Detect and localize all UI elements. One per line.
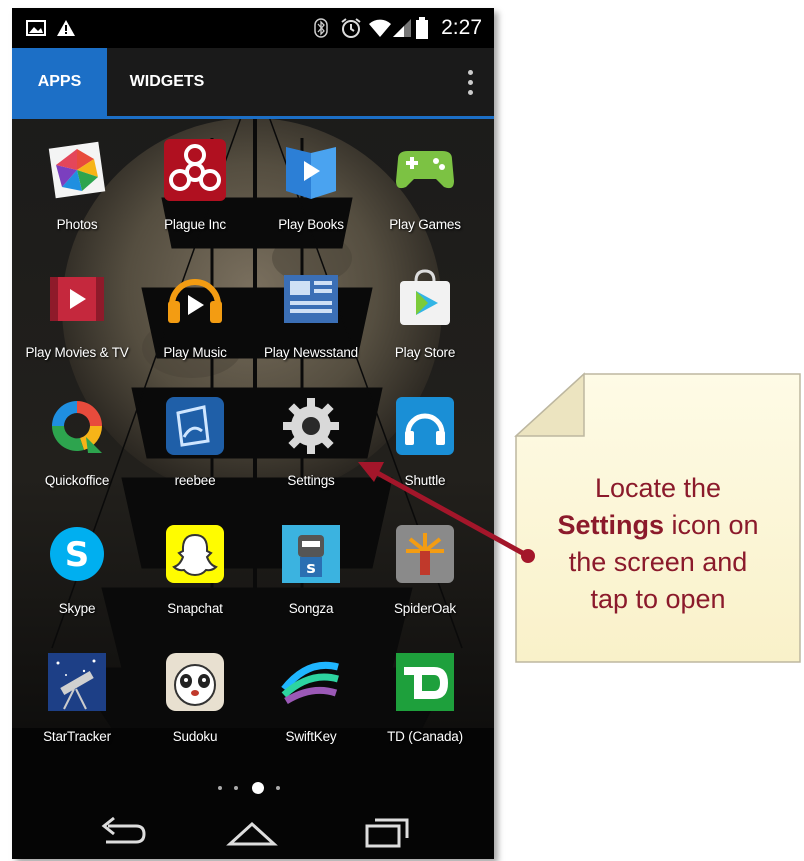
app-label: Play Music [163, 345, 227, 360]
callout-line2: Settings icon on [514, 507, 802, 544]
status-time: 2:27 [441, 16, 482, 39]
app-label: Quickoffice [44, 473, 110, 488]
app-label: Settings [287, 473, 335, 488]
app-label: StarTracker [43, 729, 111, 744]
tab-widgets[interactable]: WIDGETS [122, 48, 212, 116]
app-play-store[interactable]: Play Store [366, 261, 484, 381]
shuttle-icon [396, 397, 454, 455]
back-icon[interactable] [92, 812, 152, 852]
app-spideroak[interactable]: SpiderOak [366, 517, 484, 637]
app-label: Skype [58, 601, 96, 616]
app-label: Songza [288, 601, 334, 616]
page-dot [218, 786, 222, 790]
td-canada-icon [396, 653, 454, 711]
plague-inc-icon [164, 139, 226, 201]
reebee-icon [166, 397, 224, 455]
alarm-icon [340, 8, 362, 48]
app-photos[interactable]: Photos [18, 133, 136, 253]
home-icon[interactable] [222, 812, 282, 852]
callout-line4: tap to open [590, 584, 726, 614]
overflow-menu-icon[interactable] [466, 70, 474, 100]
app-label: Photos [56, 217, 98, 232]
play-music-icon [168, 279, 222, 323]
battery-icon [416, 8, 428, 48]
snapchat-icon [166, 525, 224, 583]
app-snapchat[interactable]: Snapchat [136, 517, 254, 637]
app-label: TD (Canada) [387, 729, 463, 744]
signal-icon [392, 8, 412, 48]
app-label: Play Store [394, 345, 456, 360]
callout-line1: Locate the [594, 473, 722, 503]
app-play-movies[interactable]: Play Movies & TV [18, 261, 136, 381]
recents-icon[interactable] [357, 812, 417, 852]
app-shuttle[interactable]: Shuttle [366, 389, 484, 509]
play-store-icon [400, 269, 450, 325]
navigation-bar [12, 804, 494, 859]
page-dot-active [252, 782, 264, 794]
app-label: reebee [174, 473, 216, 488]
play-games-icon [396, 151, 454, 189]
status-bar: 2:27 [12, 8, 494, 48]
quickoffice-icon [52, 401, 102, 453]
app-reebee[interactable]: reebee [136, 389, 254, 509]
app-plague-inc[interactable]: Plague Inc [136, 133, 254, 253]
app-songza[interactable]: s Songza [252, 517, 370, 637]
bluetooth-icon [314, 8, 328, 48]
play-movies-icon [50, 277, 104, 321]
swiftkey-icon [281, 661, 339, 705]
app-swiftkey[interactable]: SwiftKey [252, 645, 370, 765]
image-icon [26, 8, 46, 48]
app-label: Shuttle [404, 473, 446, 488]
app-play-music[interactable]: Play Music [136, 261, 254, 381]
callout-line2-rest: icon on [663, 510, 759, 540]
app-label: Play Movies & TV [25, 345, 129, 360]
photos-icon [48, 141, 106, 199]
svg-text:S: S [65, 535, 90, 575]
app-label: SpiderOak [394, 601, 456, 616]
app-label: Play Books [278, 217, 344, 232]
app-td-canada[interactable]: TD (Canada) [366, 645, 484, 765]
app-label: Plague Inc [164, 217, 226, 232]
sudoku-icon [166, 653, 224, 711]
callout-bold-settings: Settings [557, 510, 664, 540]
startracker-icon [48, 653, 106, 711]
callout-text: Locate the Settings icon on the screen a… [514, 470, 802, 618]
app-quickoffice[interactable]: Quickoffice [18, 389, 136, 509]
svg-text:s: s [306, 558, 316, 577]
app-label: SwiftKey [285, 729, 337, 744]
app-play-games[interactable]: Play Games [366, 133, 484, 253]
android-phone-screen: 2:27 APPS WIDGETS Photos Plague Inc Play… [12, 8, 494, 859]
app-label: Snapchat [167, 601, 223, 616]
warning-icon [56, 8, 76, 48]
app-drawer-tab-bar: APPS WIDGETS [12, 48, 494, 119]
app-settings[interactable]: Settings [252, 389, 370, 509]
settings-icon [283, 398, 339, 454]
app-sudoku[interactable]: Sudoku [136, 645, 254, 765]
page-indicator [218, 782, 280, 794]
app-label: Play Games [389, 217, 461, 232]
page-dot [276, 786, 280, 790]
app-play-newsstand[interactable]: Play Newsstand [252, 261, 370, 381]
skype-icon: S [50, 527, 104, 581]
play-books-icon [286, 147, 336, 199]
page-dot [234, 786, 238, 790]
play-newsstand-icon [284, 275, 338, 323]
wifi-icon [368, 8, 392, 48]
spideroak-icon [396, 525, 454, 583]
songza-icon: s [282, 525, 340, 583]
tab-apps[interactable]: APPS [12, 48, 107, 116]
app-label: Play Newsstand [264, 345, 358, 360]
callout-line3: the screen and [568, 547, 748, 577]
app-play-books[interactable]: Play Books [252, 133, 370, 253]
app-skype[interactable]: S Skype [18, 517, 136, 637]
app-label: Sudoku [172, 729, 218, 744]
app-startracker[interactable]: StarTracker [18, 645, 136, 765]
